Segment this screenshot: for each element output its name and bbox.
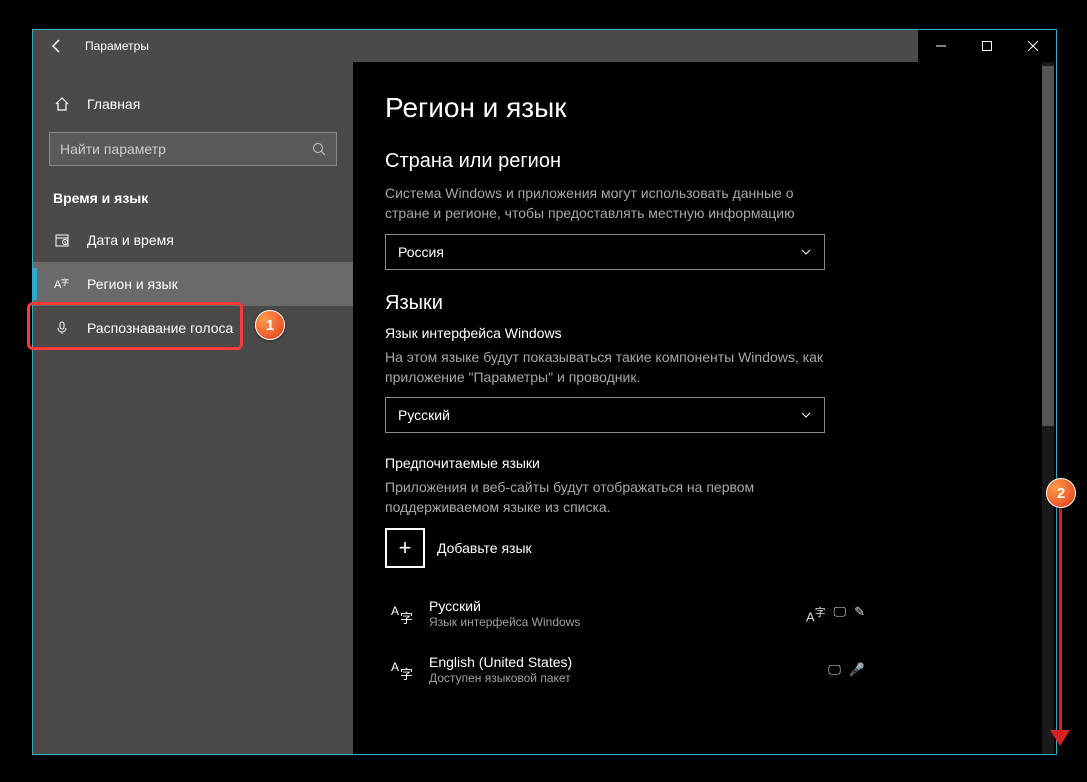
ui-lang-label: Язык интерфейса Windows xyxy=(385,325,1024,341)
sidebar-item-label: Дата и время xyxy=(87,232,174,248)
search-icon xyxy=(312,142,326,156)
search-placeholder: Найти параметр xyxy=(60,141,312,157)
language-item[interactable]: A字 English (United States) Доступен язык… xyxy=(385,642,865,698)
region-dropdown[interactable]: Россия xyxy=(385,234,825,270)
sidebar-item-region-lang[interactable]: A字 Регион и язык xyxy=(33,262,353,306)
region-desc: Система Windows и приложения могут испол… xyxy=(385,183,825,224)
language-status: Доступен языковой пакет xyxy=(429,671,828,686)
language-item[interactable]: A字 Русский Язык интерфейса Windows A字 🖵 … xyxy=(385,586,865,642)
chevron-down-icon xyxy=(800,409,812,421)
language-feature-icons: A字 🖵 ✎ xyxy=(806,604,865,624)
annotation-badge-1: 1 xyxy=(255,310,285,340)
microphone-icon xyxy=(53,320,71,336)
annotation-arrow-2: 2 xyxy=(1046,478,1087,746)
chevron-down-icon xyxy=(800,246,812,258)
svg-text:A: A xyxy=(391,660,399,674)
pref-header: Предпочитаемые языки xyxy=(385,455,1024,471)
speech-icon: 🎤 xyxy=(849,662,865,678)
sidebar-item-label: Регион и язык xyxy=(87,276,178,292)
minimize-button[interactable] xyxy=(918,30,964,62)
back-button[interactable] xyxy=(33,38,81,54)
sidebar-home-label: Главная xyxy=(87,96,140,112)
text-to-speech-icon: 🖵 xyxy=(834,604,847,624)
language-glyph-icon: A字 xyxy=(385,601,419,627)
close-button[interactable] xyxy=(1010,30,1056,62)
titlebar: Параметры xyxy=(33,30,1056,62)
region-header: Страна или регион xyxy=(385,150,1024,173)
add-language-button[interactable]: + Добавьте язык xyxy=(385,528,1024,568)
region-value: Россия xyxy=(398,244,800,260)
scrollbar-thumb[interactable] xyxy=(1042,66,1054,426)
text-to-speech-icon: 🖵 xyxy=(828,662,841,678)
languages-header: Языки xyxy=(385,292,1024,315)
sidebar-home[interactable]: Главная xyxy=(33,82,353,126)
language-name: English (United States) xyxy=(429,654,828,672)
language-glyph-icon: A字 xyxy=(385,657,419,683)
annotation-badge-2: 2 xyxy=(1046,478,1076,508)
display-lang-icon: A字 xyxy=(806,604,826,624)
add-language-label: Добавьте язык xyxy=(437,540,532,556)
window-title: Параметры xyxy=(85,39,149,53)
calendar-icon xyxy=(53,232,71,248)
main-panel: Регион и язык Страна или регион Система … xyxy=(353,62,1056,754)
handwriting-icon: ✎ xyxy=(854,604,865,624)
settings-window: Параметры Главная Найти параметр Время и… xyxy=(32,29,1057,755)
sidebar-category: Время и язык xyxy=(33,190,353,218)
language-name: Русский xyxy=(429,598,806,616)
sidebar-item-label: Распознавание голоса xyxy=(87,320,233,336)
language-icon: A字 xyxy=(53,276,71,292)
svg-text:字: 字 xyxy=(61,277,69,287)
ui-lang-dropdown[interactable]: Русский xyxy=(385,397,825,433)
page-title: Регион и язык xyxy=(385,92,1024,124)
sidebar-item-speech[interactable]: Распознавание голоса xyxy=(33,306,353,350)
ui-lang-value: Русский xyxy=(398,407,800,423)
svg-text:字: 字 xyxy=(400,667,413,682)
sidebar: Главная Найти параметр Время и язык Дата… xyxy=(33,62,353,754)
language-feature-icons: 🖵 🎤 xyxy=(828,662,865,678)
svg-text:A: A xyxy=(391,604,399,618)
language-status: Язык интерфейса Windows xyxy=(429,615,806,630)
sidebar-item-date-time[interactable]: Дата и время xyxy=(33,218,353,262)
svg-text:字: 字 xyxy=(400,611,413,626)
plus-icon: + xyxy=(385,528,425,568)
ui-lang-desc: На этом языке будут показываться такие к… xyxy=(385,347,825,388)
search-input[interactable]: Найти параметр xyxy=(49,132,337,166)
maximize-button[interactable] xyxy=(964,30,1010,62)
home-icon xyxy=(53,96,71,112)
pref-desc: Приложения и веб-сайты будут отображатьс… xyxy=(385,477,825,518)
